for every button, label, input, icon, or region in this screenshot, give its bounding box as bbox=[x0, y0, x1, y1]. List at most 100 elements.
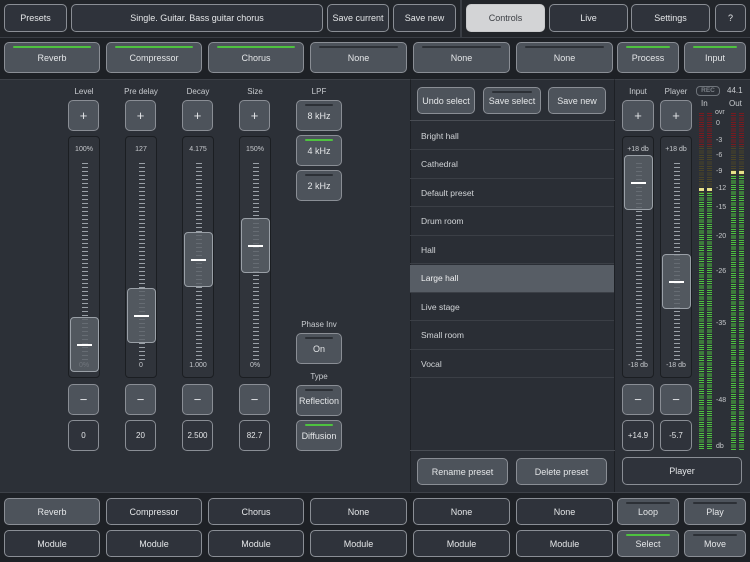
preset-list-item[interactable]: Large hall bbox=[410, 264, 614, 293]
bottom-module-6[interactable]: None bbox=[516, 498, 613, 525]
preset-name-button[interactable]: Single. Guitar. Bass guitar chorus bbox=[71, 4, 323, 32]
level-increase-button[interactable]: + bbox=[68, 100, 99, 131]
delete-preset-button[interactable]: Delete preset bbox=[516, 458, 607, 485]
input-value-field[interactable]: +14.9 bbox=[622, 420, 654, 451]
module-slot-3[interactable]: Chorus bbox=[208, 42, 304, 73]
lpf-8khz-button[interactable]: 8 kHz bbox=[296, 100, 342, 131]
meter-out-right-level bbox=[739, 176, 744, 450]
tab-live[interactable]: Live bbox=[549, 4, 628, 32]
save-new-button[interactable]: Save new bbox=[393, 4, 456, 32]
move-button[interactable]: Move bbox=[684, 530, 746, 557]
player-slider-thumb[interactable] bbox=[662, 254, 691, 309]
meter-scale-label: -3 bbox=[716, 137, 723, 144]
preset-list-item[interactable]: Hall bbox=[410, 236, 614, 264]
type-diffusion-button[interactable]: Diffusion bbox=[296, 420, 342, 451]
size-value-field[interactable]: 82.7 bbox=[239, 420, 270, 451]
level-decrease-button[interactable]: − bbox=[68, 384, 99, 415]
module-button-4[interactable]: Module bbox=[310, 530, 407, 557]
rename-preset-button[interactable]: Rename preset bbox=[417, 458, 508, 485]
pre-delay-value-field[interactable]: 20 bbox=[125, 420, 156, 451]
decay-decrease-button[interactable]: − bbox=[182, 384, 213, 415]
module-slot-6[interactable]: None bbox=[516, 42, 613, 73]
indicator bbox=[13, 46, 91, 48]
preset-list-item[interactable]: Cathedral bbox=[410, 151, 614, 179]
module-button-1[interactable]: Module bbox=[4, 530, 100, 557]
module-button-3[interactable]: Module bbox=[208, 530, 304, 557]
pre-delay-decrease-button[interactable]: − bbox=[125, 384, 156, 415]
rec-badge[interactable]: REC bbox=[696, 86, 720, 96]
bottom-module-1[interactable]: Reverb bbox=[4, 498, 100, 525]
module-slot-1[interactable]: Reverb bbox=[4, 42, 100, 73]
presets-button[interactable]: Presets bbox=[4, 4, 67, 32]
size-decrease-button[interactable]: − bbox=[239, 384, 270, 415]
play-button[interactable]: Play bbox=[684, 498, 746, 525]
player-value-field[interactable]: -5.7 bbox=[660, 420, 692, 451]
bottom-module-2[interactable]: Compressor bbox=[106, 498, 202, 525]
save-select-button[interactable]: Save select bbox=[483, 87, 541, 114]
preset-list-item[interactable]: Vocal bbox=[410, 350, 614, 378]
player-decrease-button[interactable]: − bbox=[660, 384, 692, 415]
player-increase-button[interactable]: + bbox=[660, 100, 692, 131]
level-slider[interactable]: 100% 0% bbox=[68, 136, 100, 378]
phase-inv-button[interactable]: On bbox=[296, 333, 342, 364]
pre-delay-slider-thumb[interactable] bbox=[127, 288, 156, 344]
decay-slider[interactable]: 4.175 1.000 bbox=[182, 136, 214, 378]
preset-list-item[interactable]: Default preset bbox=[410, 179, 614, 207]
button-label: Loop bbox=[637, 506, 659, 517]
decay-increase-button[interactable]: + bbox=[182, 100, 213, 131]
module-button-2[interactable]: Module bbox=[106, 530, 202, 557]
input-slider-thumb[interactable] bbox=[624, 155, 653, 210]
size-slider-thumb[interactable] bbox=[241, 218, 270, 273]
tab-controls[interactable]: Controls bbox=[466, 4, 545, 32]
input-gain-slider[interactable]: +18 db -18 db bbox=[622, 136, 654, 378]
module-slot-5[interactable]: None bbox=[413, 42, 510, 73]
preset-save-new-button[interactable]: Save new bbox=[548, 87, 606, 114]
input-increase-button[interactable]: + bbox=[622, 100, 654, 131]
module-button-6[interactable]: Module bbox=[516, 530, 613, 557]
pre-delay-slider[interactable]: 127 0 bbox=[125, 136, 157, 378]
undo-select-button[interactable]: Undo select bbox=[417, 87, 475, 114]
select-button[interactable]: Select bbox=[617, 530, 679, 557]
module-slot-7[interactable]: Process bbox=[617, 42, 679, 73]
tab-settings[interactable]: Settings bbox=[631, 4, 710, 32]
input-decrease-button[interactable]: − bbox=[622, 384, 654, 415]
indicator bbox=[305, 389, 333, 391]
lpf-2khz-button[interactable]: 2 kHz bbox=[296, 170, 342, 201]
module-slot-4[interactable]: None bbox=[310, 42, 407, 73]
help-button[interactable]: ? bbox=[715, 4, 746, 32]
level-value-field[interactable]: 0 bbox=[68, 420, 99, 451]
button-label: 2 kHz bbox=[307, 180, 331, 191]
meter-out-left-peak bbox=[731, 171, 736, 174]
thumb-line bbox=[77, 344, 92, 346]
size-increase-button[interactable]: + bbox=[239, 100, 270, 131]
bottom-module-4[interactable]: None bbox=[310, 498, 407, 525]
size-max-value: 150% bbox=[246, 146, 264, 153]
size-slider[interactable]: 150% 0% bbox=[239, 136, 271, 378]
bottom-module-3[interactable]: Chorus bbox=[208, 498, 304, 525]
save-current-button[interactable]: Save current bbox=[327, 4, 389, 32]
player-button[interactable]: Player bbox=[622, 457, 742, 485]
decay-value-field[interactable]: 2.500 bbox=[182, 420, 213, 451]
decay-label: Decay bbox=[186, 87, 210, 96]
preset-list-item[interactable]: Drum room bbox=[410, 208, 614, 236]
loop-button[interactable]: Loop bbox=[617, 498, 679, 525]
bottom-module-5[interactable]: None bbox=[413, 498, 510, 525]
preset-list-item[interactable]: Small room bbox=[410, 322, 614, 350]
preset-list-item[interactable]: Bright hall bbox=[410, 122, 614, 150]
meter-scale-label: -9 bbox=[716, 168, 723, 175]
player-gain-slider[interactable]: +18 db -18 db bbox=[660, 136, 692, 378]
lpf-4khz-button[interactable]: 4 kHz bbox=[296, 135, 342, 166]
meter-out-label: Out bbox=[729, 99, 742, 108]
thumb-line bbox=[134, 315, 149, 318]
decay-slider-thumb[interactable] bbox=[184, 232, 213, 288]
indicator bbox=[626, 534, 670, 536]
meter-scale-label: ovr bbox=[715, 109, 725, 116]
module-slot-8[interactable]: Input bbox=[684, 42, 746, 73]
module-slot-2[interactable]: Compressor bbox=[106, 42, 202, 73]
module-button-5[interactable]: Module bbox=[413, 530, 510, 557]
type-reflection-button[interactable]: Reflection bbox=[296, 385, 342, 416]
pre-delay-increase-button[interactable]: + bbox=[125, 100, 156, 131]
preset-list-item[interactable]: Live stage bbox=[410, 293, 614, 321]
level-slider-thumb[interactable] bbox=[70, 317, 99, 372]
button-label: On bbox=[312, 343, 325, 354]
